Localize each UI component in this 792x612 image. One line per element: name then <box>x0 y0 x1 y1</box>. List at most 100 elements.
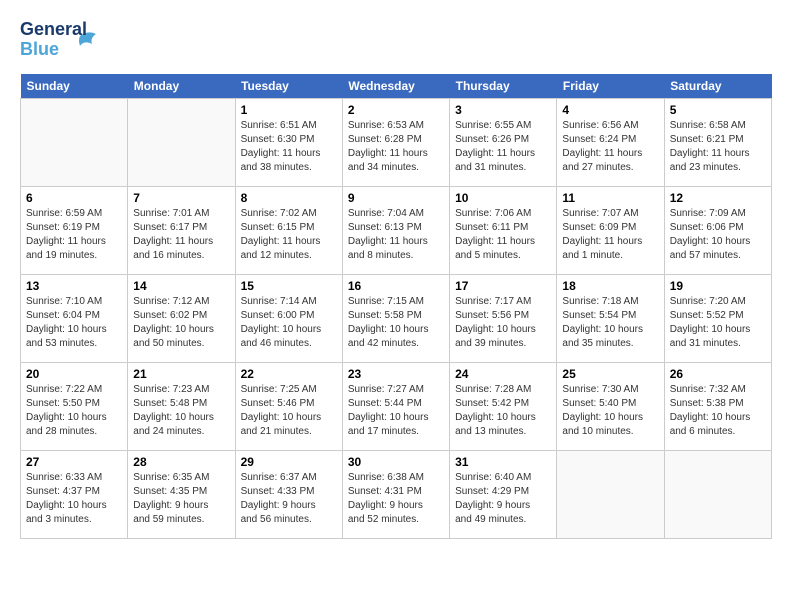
calendar-cell: 28 Sunrise: 6:35 AM Sunset: 4:35 PM Dayli… <box>128 451 235 539</box>
column-header-friday: Friday <box>557 74 664 99</box>
day-info: Sunrise: 7:18 AM Sunset: 5:54 PM Dayligh… <box>562 295 658 351</box>
day-number: 26 <box>670 367 766 381</box>
day-number: 10 <box>455 191 551 205</box>
day-number: 8 <box>241 191 337 205</box>
calendar-cell: 13 Sunrise: 7:10 AM Sunset: 6:04 PM Dayli… <box>21 275 128 363</box>
day-info: Sunrise: 7:01 AM Sunset: 6:17 PM Dayligh… <box>133 207 229 263</box>
day-info: Sunrise: 7:12 AM Sunset: 6:02 PM Dayligh… <box>133 295 229 351</box>
week-row-5: 27 Sunrise: 6:33 AM Sunset: 4:37 PM Dayli… <box>21 451 772 539</box>
day-number: 1 <box>241 103 337 117</box>
day-info: Sunrise: 6:53 AM Sunset: 6:28 PM Dayligh… <box>348 119 444 175</box>
calendar-table: SundayMondayTuesdayWednesdayThursdayFrid… <box>20 74 772 539</box>
calendar-cell: 16 Sunrise: 7:15 AM Sunset: 5:58 PM Dayli… <box>342 275 449 363</box>
calendar-cell: 20 Sunrise: 7:22 AM Sunset: 5:50 PM Dayli… <box>21 363 128 451</box>
day-info: Sunrise: 7:06 AM Sunset: 6:11 PM Dayligh… <box>455 207 551 263</box>
day-info: Sunrise: 7:09 AM Sunset: 6:06 PM Dayligh… <box>670 207 766 263</box>
day-info: Sunrise: 6:51 AM Sunset: 6:30 PM Dayligh… <box>241 119 337 175</box>
day-number: 14 <box>133 279 229 293</box>
day-info: Sunrise: 7:23 AM Sunset: 5:48 PM Dayligh… <box>133 383 229 439</box>
day-info: Sunrise: 6:33 AM Sunset: 4:37 PM Dayligh… <box>26 471 122 527</box>
day-info: Sunrise: 7:30 AM Sunset: 5:40 PM Dayligh… <box>562 383 658 439</box>
calendar-cell: 19Sunrise: 7:20 AM Sunset: 5:52 PM Dayli… <box>664 275 771 363</box>
day-info: Sunrise: 6:58 AM Sunset: 6:21 PM Dayligh… <box>670 119 766 175</box>
day-number: 5 <box>670 103 766 117</box>
day-number: 22 <box>241 367 337 381</box>
calendar-cell: 22 Sunrise: 7:25 AM Sunset: 5:46 PM Dayli… <box>235 363 342 451</box>
day-number: 15 <box>241 279 337 293</box>
calendar-header-row: SundayMondayTuesdayWednesdayThursdayFrid… <box>21 74 772 99</box>
day-number: 24 <box>455 367 551 381</box>
calendar-cell: 26 Sunrise: 7:32 AM Sunset: 5:38 PM Dayli… <box>664 363 771 451</box>
day-number: 28 <box>133 455 229 469</box>
day-info: Sunrise: 7:14 AM Sunset: 6:00 PM Dayligh… <box>241 295 337 351</box>
logo: General Blue <box>20 20 98 64</box>
day-number: 13 <box>26 279 122 293</box>
calendar-cell <box>557 451 664 539</box>
day-number: 9 <box>348 191 444 205</box>
day-info: Sunrise: 7:20 AM Sunset: 5:52 PM Dayligh… <box>670 295 766 351</box>
day-info: Sunrise: 6:37 AM Sunset: 4:33 PM Dayligh… <box>241 471 337 527</box>
day-info: Sunrise: 7:25 AM Sunset: 5:46 PM Dayligh… <box>241 383 337 439</box>
day-info: Sunrise: 7:10 AM Sunset: 6:04 PM Dayligh… <box>26 295 122 351</box>
day-number: 4 <box>562 103 658 117</box>
calendar-cell <box>664 451 771 539</box>
calendar-cell: 17 Sunrise: 7:17 AM Sunset: 5:56 PM Dayli… <box>450 275 557 363</box>
day-info: Sunrise: 6:59 AM Sunset: 6:19 PM Dayligh… <box>26 207 122 263</box>
day-info: Sunrise: 6:55 AM Sunset: 6:26 PM Dayligh… <box>455 119 551 175</box>
day-number: 29 <box>241 455 337 469</box>
calendar-cell: 31 Sunrise: 6:40 AM Sunset: 4:29 PM Dayli… <box>450 451 557 539</box>
column-header-tuesday: Tuesday <box>235 74 342 99</box>
day-number: 18 <box>562 279 658 293</box>
calendar-cell: 8 Sunrise: 7:02 AM Sunset: 6:15 PM Daylig… <box>235 187 342 275</box>
calendar-cell: 12 Sunrise: 7:09 AM Sunset: 6:06 PM Dayli… <box>664 187 771 275</box>
day-info: Sunrise: 7:17 AM Sunset: 5:56 PM Dayligh… <box>455 295 551 351</box>
day-number: 20 <box>26 367 122 381</box>
day-number: 21 <box>133 367 229 381</box>
day-number: 17 <box>455 279 551 293</box>
calendar-cell: 21 Sunrise: 7:23 AM Sunset: 5:48 PM Dayli… <box>128 363 235 451</box>
calendar-cell: 1 Sunrise: 6:51 AM Sunset: 6:30 PM Daylig… <box>235 99 342 187</box>
calendar-cell: 5 Sunrise: 6:58 AM Sunset: 6:21 PM Daylig… <box>664 99 771 187</box>
day-info: Sunrise: 7:22 AM Sunset: 5:50 PM Dayligh… <box>26 383 122 439</box>
week-row-1: 1 Sunrise: 6:51 AM Sunset: 6:30 PM Daylig… <box>21 99 772 187</box>
day-number: 31 <box>455 455 551 469</box>
column-header-saturday: Saturday <box>664 74 771 99</box>
day-info: Sunrise: 6:38 AM Sunset: 4:31 PM Dayligh… <box>348 471 444 527</box>
week-row-2: 6Sunrise: 6:59 AM Sunset: 6:19 PM Daylig… <box>21 187 772 275</box>
calendar-cell <box>128 99 235 187</box>
day-number: 16 <box>348 279 444 293</box>
day-number: 27 <box>26 455 122 469</box>
day-number: 25 <box>562 367 658 381</box>
day-info: Sunrise: 6:40 AM Sunset: 4:29 PM Dayligh… <box>455 471 551 527</box>
day-info: Sunrise: 7:32 AM Sunset: 5:38 PM Dayligh… <box>670 383 766 439</box>
day-info: Sunrise: 7:04 AM Sunset: 6:13 PM Dayligh… <box>348 207 444 263</box>
calendar-cell: 2 Sunrise: 6:53 AM Sunset: 6:28 PM Daylig… <box>342 99 449 187</box>
day-number: 2 <box>348 103 444 117</box>
column-header-sunday: Sunday <box>21 74 128 99</box>
calendar-cell: 24Sunrise: 7:28 AM Sunset: 5:42 PM Dayli… <box>450 363 557 451</box>
day-info: Sunrise: 7:15 AM Sunset: 5:58 PM Dayligh… <box>348 295 444 351</box>
day-info: Sunrise: 6:56 AM Sunset: 6:24 PM Dayligh… <box>562 119 658 175</box>
day-number: 11 <box>562 191 658 205</box>
day-info: Sunrise: 7:07 AM Sunset: 6:09 PM Dayligh… <box>562 207 658 263</box>
calendar-cell: 4 Sunrise: 6:56 AM Sunset: 6:24 PM Daylig… <box>557 99 664 187</box>
day-number: 3 <box>455 103 551 117</box>
calendar-cell: 23Sunrise: 7:27 AM Sunset: 5:44 PM Dayli… <box>342 363 449 451</box>
calendar-cell: 7 Sunrise: 7:01 AM Sunset: 6:17 PM Daylig… <box>128 187 235 275</box>
calendar-cell <box>21 99 128 187</box>
calendar-cell: 14 Sunrise: 7:12 AM Sunset: 6:02 PM Dayli… <box>128 275 235 363</box>
day-number: 7 <box>133 191 229 205</box>
day-number: 12 <box>670 191 766 205</box>
week-row-3: 13 Sunrise: 7:10 AM Sunset: 6:04 PM Dayli… <box>21 275 772 363</box>
day-number: 23 <box>348 367 444 381</box>
day-info: Sunrise: 6:35 AM Sunset: 4:35 PM Dayligh… <box>133 471 229 527</box>
day-info: Sunrise: 7:02 AM Sunset: 6:15 PM Dayligh… <box>241 207 337 263</box>
calendar-cell: 30 Sunrise: 6:38 AM Sunset: 4:31 PM Dayli… <box>342 451 449 539</box>
calendar-cell: 9 Sunrise: 7:04 AM Sunset: 6:13 PM Daylig… <box>342 187 449 275</box>
column-header-thursday: Thursday <box>450 74 557 99</box>
calendar-cell: 11 Sunrise: 7:07 AM Sunset: 6:09 PM Dayli… <box>557 187 664 275</box>
day-number: 30 <box>348 455 444 469</box>
calendar-cell: 6Sunrise: 6:59 AM Sunset: 6:19 PM Daylig… <box>21 187 128 275</box>
page-header: General Blue <box>20 20 772 64</box>
column-header-monday: Monday <box>128 74 235 99</box>
